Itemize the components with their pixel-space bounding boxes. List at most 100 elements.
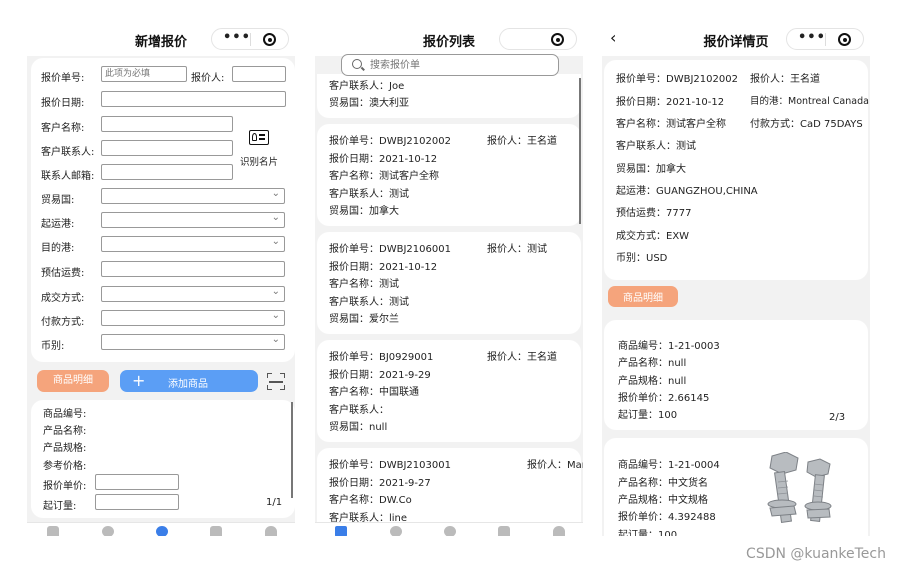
quote-no-input[interactable] — [101, 66, 187, 82]
scan-icon[interactable] — [267, 373, 285, 390]
scan-card-label[interactable]: 识别名片 — [240, 154, 278, 168]
page-indicator: 1/1 — [266, 497, 283, 508]
customer-name-input[interactable] — [101, 116, 233, 132]
currency-select[interactable]: ⌄ — [101, 334, 285, 350]
page-indicator: 2/3 — [829, 412, 846, 423]
product-name-text: 产品名称：中文货名 — [618, 478, 708, 489]
mini-program-capsule[interactable]: ••• — [786, 28, 864, 50]
quote-no-text: 报价单号：DWBJ2106001 — [329, 244, 451, 255]
deal-method-label: 成交方式: — [41, 293, 85, 304]
contact-text: 客户联系人：测试 — [329, 297, 409, 308]
payment-text: 付款方式：CaD 75DAYS — [750, 119, 863, 130]
quote-card[interactable]: 报价单号：DWBJ2102002 报价人：王名道 报价日期：2021-10-12… — [317, 124, 581, 226]
currency-label: 币别: — [41, 341, 65, 352]
reference-price-label: 参考价格: — [43, 461, 87, 472]
unit-price-label: 报价单价: — [43, 481, 87, 492]
trade-country-label: 贸易国: — [41, 195, 75, 206]
mini-program-capsule[interactable]: ••• — [211, 28, 289, 50]
product-name-label: 产品名称: — [43, 426, 87, 437]
customer-text: 客户名称：中国联通 — [329, 387, 419, 398]
port-of-loading-select[interactable]: ⌄ — [101, 212, 285, 228]
more-icon[interactable]: ••• — [223, 30, 251, 45]
quote-detail-screen: ‹ 报价详情页 ••• 报价单号：DWBJ2102002 报价人：王名道 报价日… — [602, 22, 870, 536]
tab-search-icon[interactable] — [390, 526, 402, 536]
product-spec-text: 产品规格：中文规格 — [618, 495, 708, 506]
tab-add-icon[interactable] — [444, 526, 456, 536]
tab-bar — [315, 522, 583, 536]
tab-card-icon[interactable] — [210, 526, 222, 536]
quote-card-partial[interactable]: 客户联系人：Joe 贸易国：澳大利亚 — [317, 74, 581, 118]
port-of-loading-label: 起运港: — [41, 219, 75, 230]
chevron-down-icon: ⌄ — [271, 286, 280, 297]
moq-label: 起订量: — [43, 501, 77, 512]
scrollbar[interactable] — [291, 402, 293, 498]
unit-price-input[interactable] — [95, 474, 179, 490]
search-input[interactable] — [370, 58, 550, 72]
deal-method-select[interactable]: ⌄ — [101, 286, 285, 302]
customer-contact-input[interactable] — [101, 140, 233, 156]
watermark: CSDN @kuankeTech — [746, 546, 886, 562]
product-name-text: 产品名称：null — [618, 358, 687, 369]
product-card[interactable]: 商品编号：1-21-0003 产品名称：null 产品规格：null 报价单价：… — [604, 320, 868, 430]
quoter-text: 报价人：王名道 — [487, 136, 557, 147]
quote-date-text: 报价日期：2021-9-29 — [329, 370, 431, 381]
tab-profile-icon[interactable] — [553, 526, 565, 536]
chevron-down-icon: ⌄ — [271, 236, 280, 247]
chevron-down-icon: ⌄ — [271, 188, 280, 199]
chevron-down-icon: ⌄ — [271, 310, 280, 321]
quoter-input[interactable] — [232, 66, 286, 82]
quote-date-text: 报价日期：2021-10-12 — [616, 97, 725, 108]
quote-no-label: 报价单号: — [41, 73, 85, 84]
mini-program-capsule[interactable]: ••• — [499, 28, 577, 50]
customer-text: 客户名称：测试客户全称 — [329, 171, 439, 182]
trade-country-select[interactable]: ⌄ — [101, 188, 285, 204]
goods-detail-button[interactable]: 商品明细 — [37, 370, 109, 392]
tab-list-icon[interactable] — [335, 526, 347, 536]
product-code-text: 商品编号：1-21-0003 — [618, 341, 720, 352]
port-of-destination-select[interactable]: ⌄ — [101, 236, 285, 252]
quoter-text: 报价人：Mark — [527, 460, 583, 471]
product-spec-label: 产品规格: — [43, 443, 87, 454]
quote-detail-card: 报价单号：DWBJ2102002 报价人：王名道 报价日期：2021-10-12… — [604, 60, 869, 280]
quoter-text: 报价人：王名道 — [750, 74, 820, 85]
quote-card[interactable]: 报价单号：BJ0929001 报价人：王名道 报价日期：2021-9-29 客户… — [317, 340, 581, 442]
goods-detail-button[interactable]: 商品明细 — [608, 286, 678, 307]
freight-label: 预估运费: — [41, 268, 85, 279]
customer-text: 客户名称：DW.Co — [329, 495, 412, 506]
chevron-down-icon: ⌄ — [271, 334, 280, 345]
quote-card[interactable]: 报价单号：DWBJ2106001 报价人：测试 报价日期：2021-10-12 … — [317, 232, 581, 334]
close-target-icon[interactable] — [551, 33, 564, 46]
close-target-icon[interactable] — [838, 33, 851, 46]
search-bar[interactable] — [341, 54, 559, 76]
more-icon[interactable]: ••• — [798, 30, 826, 45]
tab-profile-icon[interactable] — [265, 526, 277, 536]
tab-card-icon[interactable] — [498, 526, 510, 536]
loading-port-text: 起运港：GUANGZHOU,CHINA — [616, 186, 758, 197]
close-target-icon[interactable] — [263, 33, 276, 46]
contact-email-input[interactable] — [101, 164, 233, 180]
product-code-label: 商品编号: — [43, 409, 87, 420]
quoter-text: 报价人：测试 — [487, 244, 547, 255]
moq-input[interactable] — [95, 494, 179, 510]
quote-date-text: 报价日期：2021-9-27 — [329, 478, 431, 489]
unit-price-text: 报价单价：2.66145 — [618, 393, 710, 404]
add-goods-button[interactable]: + 添加商品 — [120, 370, 258, 392]
freight-input[interactable] — [101, 261, 285, 277]
quote-no-text: 报价单号：DWBJ2102002 — [329, 136, 451, 147]
tab-search-icon[interactable] — [102, 526, 114, 536]
quote-no-text: 报价单号：DWBJ2102002 — [616, 74, 738, 85]
contact-text: 客户联系人： — [329, 405, 389, 416]
payment-method-select[interactable]: ⌄ — [101, 310, 285, 326]
quote-date-input[interactable] — [101, 91, 286, 107]
business-card-icon[interactable] — [249, 130, 269, 145]
bolt-product-image — [767, 452, 832, 524]
product-card[interactable]: 商品编号：1-21-0004 产品名称：中文货名 产品规格：中文规格 报价单价：… — [604, 438, 868, 536]
unit-price-text: 报价单价：4.392488 — [618, 512, 716, 523]
quoter-label: 报价人: — [191, 73, 225, 84]
tab-add-icon[interactable] — [156, 526, 168, 536]
scrollbar[interactable] — [579, 78, 581, 224]
tab-list-icon[interactable] — [47, 526, 59, 536]
product-code-text: 商品编号：1-21-0004 — [618, 460, 720, 471]
nav-bar: 报价列表 ••• — [315, 22, 583, 56]
payment-method-label: 付款方式: — [41, 317, 85, 328]
